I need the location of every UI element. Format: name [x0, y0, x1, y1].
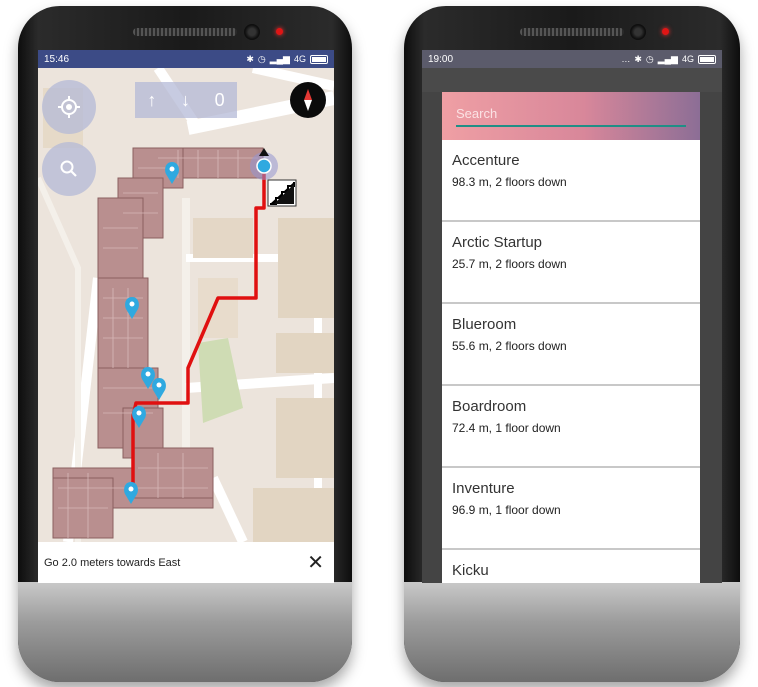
- result-name: Boardroom: [452, 398, 527, 415]
- front-camera: [244, 24, 260, 40]
- notification-led: [662, 28, 669, 35]
- result-name: Kicku: [452, 562, 489, 579]
- result-detail: 55.6 m, 2 floors down: [452, 339, 567, 353]
- phone-chin: [404, 582, 740, 682]
- earpiece-speaker: [133, 28, 237, 36]
- result-name: Blueroom: [452, 316, 517, 333]
- network-type: 4G: [681, 54, 694, 64]
- result-detail: 72.4 m, 1 floor down: [452, 421, 561, 435]
- more-icon: …: [621, 54, 631, 64]
- floor-number: 0: [214, 89, 225, 110]
- staircase-icon: [267, 179, 297, 207]
- search-header: [442, 92, 700, 140]
- phone-left: 15:46 ✱ ◷ ▂▄▆ 4G ↑ ↓ 0 Go 2.0 meters tow…: [18, 6, 352, 682]
- map-screen: 15:46 ✱ ◷ ▂▄▆ 4G ↑ ↓ 0 Go 2.0 meters tow…: [38, 50, 334, 583]
- alarm-icon: ◷: [645, 53, 654, 64]
- list-item[interactable]: Accenture 98.3 m, 2 floors down: [442, 140, 700, 222]
- front-camera: [630, 24, 646, 40]
- phone-chin: [18, 582, 352, 682]
- battery-icon: [698, 54, 716, 64]
- result-name: Accenture: [452, 152, 520, 169]
- phone-right: 19:00 … ✱ ◷ ▂▄▆ 4G Accenture 98.3 m, 2 f…: [404, 6, 740, 682]
- compass-icon: [304, 89, 312, 111]
- list-item[interactable]: Blueroom 55.6 m, 2 floors down: [442, 304, 700, 386]
- notification-led: [276, 28, 283, 35]
- bluetooth-icon: ✱: [634, 53, 642, 64]
- earpiece-speaker: [520, 28, 624, 36]
- map-canvas[interactable]: [38, 63, 334, 545]
- status-bar: 15:46 ✱ ◷ ▂▄▆ 4G: [38, 50, 334, 68]
- search-results-panel: Accenture 98.3 m, 2 floors down Arctic S…: [442, 92, 700, 583]
- search-input[interactable]: [456, 104, 686, 127]
- status-time: 19:00: [428, 53, 454, 65]
- search-button[interactable]: [42, 142, 96, 196]
- my-location-icon: [58, 96, 80, 118]
- navigation-instruction-bar: Go 2.0 meters towards East ✕: [38, 542, 334, 583]
- bluetooth-icon: ✱: [246, 53, 254, 64]
- floor-up-button[interactable]: ↑: [147, 90, 156, 111]
- my-location-button[interactable]: [42, 80, 96, 134]
- list-item[interactable]: Inventure 96.9 m, 1 floor down: [442, 468, 700, 550]
- status-time: 15:46: [44, 53, 70, 65]
- alarm-icon: ◷: [257, 53, 266, 64]
- result-name: Inventure: [452, 480, 515, 497]
- result-detail: 25.7 m, 2 floors down: [452, 257, 567, 271]
- status-icons: ✱ ◷ ▂▄▆ 4G: [246, 54, 328, 65]
- result-detail: 98.3 m, 2 floors down: [452, 175, 567, 189]
- status-bar: 19:00 … ✱ ◷ ▂▄▆ 4G: [422, 50, 722, 68]
- list-item[interactable]: Boardroom 72.4 m, 1 floor down: [442, 386, 700, 468]
- indoor-map[interactable]: ↑ ↓ 0: [38, 63, 334, 545]
- list-item[interactable]: Arctic Startup 25.7 m, 2 floors down: [442, 222, 700, 304]
- floor-selector: ↑ ↓ 0: [135, 82, 237, 118]
- result-name: Arctic Startup: [452, 234, 543, 251]
- list-item[interactable]: Kicku: [442, 550, 700, 583]
- network-type: 4G: [293, 54, 306, 64]
- compass-button[interactable]: [290, 82, 326, 118]
- dimmed-map-background: [422, 68, 722, 92]
- floor-down-button[interactable]: ↓: [181, 90, 190, 111]
- status-icons: … ✱ ◷ ▂▄▆ 4G: [621, 54, 716, 65]
- search-screen: 19:00 … ✱ ◷ ▂▄▆ 4G Accenture 98.3 m, 2 f…: [422, 50, 722, 583]
- battery-icon: [310, 54, 328, 64]
- search-icon: [60, 160, 77, 177]
- signal-icon: ▂▄▆: [657, 53, 678, 64]
- results-list: Accenture 98.3 m, 2 floors down Arctic S…: [442, 140, 700, 583]
- close-icon[interactable]: ✕: [307, 553, 324, 573]
- navigation-instruction: Go 2.0 meters towards East: [44, 556, 181, 569]
- result-detail: 96.9 m, 1 floor down: [452, 503, 561, 517]
- signal-icon: ▂▄▆: [269, 53, 290, 64]
